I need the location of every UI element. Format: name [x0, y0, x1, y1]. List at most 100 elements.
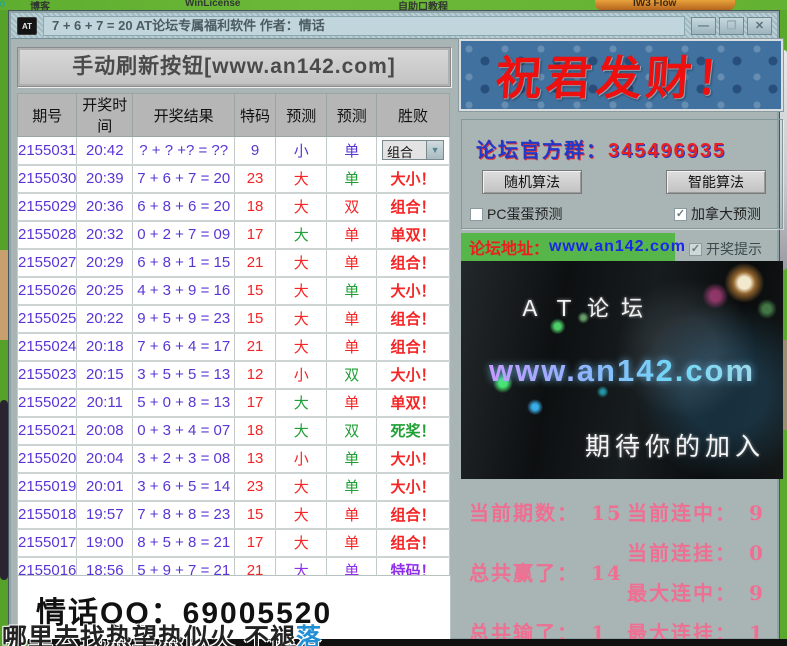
stat-current-streak-win: 当前连中：9	[627, 497, 765, 526]
manual-refresh-button[interactable]: 手动刷新按钮[www.an142.com]	[17, 47, 451, 87]
table-header-row: 期号 开奖时间 开奖结果 特码 预测 预测 胜败	[18, 94, 450, 137]
official-group-number: 345496935	[608, 140, 726, 162]
header-time: 开奖时间	[77, 94, 133, 137]
background-text: 自助口教程	[398, 0, 448, 10]
table-row: 215502320:153 + 5 + 5 = 1312小双大小！	[18, 361, 450, 389]
time-cell: 20:39	[77, 165, 133, 193]
result-cell: 8 + 5 + 8 = 21	[133, 529, 235, 557]
time-cell: 20:11	[77, 389, 133, 417]
special-cell: 17	[235, 389, 276, 417]
outcome-cell: 大小！	[377, 165, 450, 193]
outcome-cell: 大小！	[377, 445, 450, 473]
result-cell: 6 + 8 + 6 = 20	[133, 193, 235, 221]
period-cell: 2155026	[18, 277, 77, 305]
result-cell: 7 + 6 + 4 = 17	[133, 333, 235, 361]
result-cell: 9 + 5 + 9 = 23	[133, 305, 235, 333]
result-cell: 7 + 8 + 8 = 23	[133, 501, 235, 529]
pred2-cell: 双	[327, 193, 377, 221]
special-cell: 21	[235, 333, 276, 361]
pred2-cell: 单	[327, 165, 377, 193]
pred1-cell: 大	[275, 529, 327, 557]
table-row: 215502120:080 + 3 + 4 = 0718大双死奖！	[18, 417, 450, 445]
period-cell: 2155027	[18, 249, 77, 277]
pred2-cell: 单	[327, 137, 377, 165]
combobox-value: 组合	[383, 141, 426, 159]
pred2-cell: 单	[327, 333, 377, 361]
pred1-cell: 大	[275, 165, 327, 193]
forum-address-url[interactable]: www.an142.com	[549, 238, 686, 256]
outcome-cell: 组合！	[377, 333, 450, 361]
result-cell: 3 + 6 + 5 = 14	[133, 473, 235, 501]
titlebar[interactable]: AT 7 + 6 + 7 = 20 AT论坛专属福利软件 作者：情话 — ❐ ✕	[11, 13, 777, 39]
window-title: 7 + 6 + 7 = 20 AT论坛专属福利软件 作者：情话	[43, 16, 685, 36]
settings-groupbox: 论坛官方群：345496935 随机算法 智能算法 PC蛋蛋预测 加拿大预测	[461, 119, 783, 229]
table-row: 215501920:013 + 6 + 5 = 1423大单大小！	[18, 473, 450, 501]
outcome-cell: 大小！	[377, 361, 450, 389]
window-client-area: 手动刷新按钮[www.an142.com] 期号 开奖时间 开奖结果 特码 预测…	[11, 39, 777, 638]
table-row: 215503120:42? + ? +? = ??9小单组合▼	[18, 137, 450, 165]
pred2-cell: 单	[327, 249, 377, 277]
checkbox-unchecked-icon[interactable]	[470, 208, 483, 221]
pred1-cell: 大	[275, 501, 327, 529]
stat-value: 14	[591, 561, 623, 585]
special-cell: 12	[235, 361, 276, 389]
random-algorithm-button[interactable]: 随机算法	[482, 170, 582, 194]
stat-value: 0	[749, 541, 765, 565]
special-cell: 18	[235, 417, 276, 445]
pred1-cell: 小	[275, 361, 327, 389]
restore-button: ❐	[719, 17, 744, 35]
canada-checkbox-label: 加拿大预测	[691, 204, 761, 224]
time-cell: 20:04	[77, 445, 133, 473]
time-cell: 20:36	[77, 193, 133, 221]
period-cell: 2155018	[18, 501, 77, 529]
special-cell: 23	[235, 473, 276, 501]
header-outcome: 胜败	[377, 94, 450, 137]
close-button[interactable]: ✕	[747, 17, 772, 35]
background-figure	[0, 400, 8, 580]
checkbox-checked-icon[interactable]	[674, 208, 687, 221]
stat-current-streak-loss: 当前连挂：0	[627, 537, 765, 566]
pred2-cell: 单	[327, 277, 377, 305]
stat-max-streak-win: 最大连中：9	[627, 577, 765, 606]
time-cell: 20:18	[77, 333, 133, 361]
outcome-cell: 组合！	[377, 249, 450, 277]
outcome-cell: 大小！	[377, 277, 450, 305]
stat-current-periods: 当前期数：15	[469, 497, 623, 526]
result-cell: ? + ? +? = ??	[133, 137, 235, 165]
pred2-cell: 双	[327, 361, 377, 389]
official-group-line: 论坛官方群：345496935	[476, 134, 726, 163]
checkbox-checked-icon[interactable]	[689, 243, 702, 256]
pred1-cell: 小	[275, 137, 327, 165]
table-row: 215502420:187 + 6 + 4 = 1721大单组合！	[18, 333, 450, 361]
pc-egg-checkbox-row[interactable]: PC蛋蛋预测	[470, 204, 562, 224]
special-cell: 15	[235, 277, 276, 305]
result-cell: 0 + 3 + 4 = 07	[133, 417, 235, 445]
period-cell: 2155019	[18, 473, 77, 501]
header-special: 特码	[235, 94, 276, 137]
result-cell: 3 + 5 + 5 = 13	[133, 361, 235, 389]
period-cell: 2155020	[18, 445, 77, 473]
draw-tip-checkbox-row[interactable]: 开奖提示	[689, 239, 762, 259]
promo-image-url: www.an142.com	[489, 353, 755, 389]
promo-image-title: ＡＴ论坛	[519, 291, 655, 323]
special-cell: 15	[235, 305, 276, 333]
app-window: AT 7 + 6 + 7 = 20 AT论坛专属福利软件 作者：情话 — ❐ ✕…	[8, 10, 780, 641]
period-cell: 2155022	[18, 389, 77, 417]
pred2-cell: 单	[327, 221, 377, 249]
period-cell: 2155023	[18, 361, 77, 389]
pred2-cell: 单	[327, 501, 377, 529]
minimize-button[interactable]: —	[691, 17, 716, 35]
promo-image-tagline: 期待你的加入	[585, 427, 765, 463]
stat-value: 9	[749, 501, 765, 525]
period-cell: 2155029	[18, 193, 77, 221]
time-cell: 20:15	[77, 361, 133, 389]
pred1-cell: 小	[275, 445, 327, 473]
special-cell: 23	[235, 165, 276, 193]
chevron-down-icon[interactable]: ▼	[426, 141, 443, 159]
time-cell: 20:32	[77, 221, 133, 249]
outcome-combobox[interactable]: 组合▼	[382, 140, 444, 160]
smart-algorithm-button[interactable]: 智能算法	[666, 170, 766, 194]
special-cell: 21	[235, 249, 276, 277]
background-corner-text: 0	[0, 0, 5, 9]
canada-checkbox-row[interactable]: 加拿大预测	[674, 204, 761, 224]
